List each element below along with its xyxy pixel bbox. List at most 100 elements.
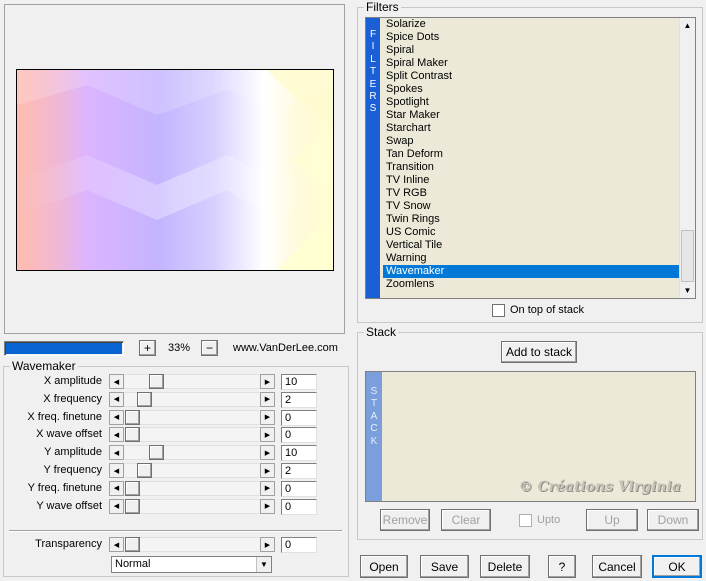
slider-right-arrow[interactable]: ▶ xyxy=(260,463,275,478)
blend-mode-select[interactable]: Normal ▼ xyxy=(111,556,272,573)
scroll-down-icon[interactable]: ▼ xyxy=(680,283,695,298)
slider-knob[interactable] xyxy=(149,374,164,389)
clear-button[interactable]: Clear xyxy=(441,509,491,531)
param-slider[interactable]: ◀ ▶ xyxy=(109,463,275,478)
list-item[interactable]: Vertical Tile xyxy=(383,239,679,252)
list-item[interactable]: Twin Rings xyxy=(383,213,679,226)
slider-knob[interactable] xyxy=(125,537,140,552)
param-slider[interactable]: ◀ ▶ xyxy=(109,427,275,443)
website-link[interactable]: www.VanDerLee.com xyxy=(233,342,338,354)
slider-knob[interactable] xyxy=(125,480,140,496)
list-item[interactable]: Tan Deform xyxy=(383,148,679,161)
scroll-thumb[interactable] xyxy=(681,230,694,282)
slider-knob[interactable] xyxy=(125,498,140,514)
slider-left-arrow[interactable]: ◀ xyxy=(109,391,124,407)
transparency-value[interactable]: 0 xyxy=(281,537,317,553)
list-item[interactable]: Starchart xyxy=(383,122,679,135)
down-button[interactable]: Down xyxy=(647,509,699,531)
slider-left-arrow[interactable]: ◀ xyxy=(109,463,124,478)
remove-button[interactable]: Remove xyxy=(380,509,430,531)
list-item[interactable]: Zoomlens xyxy=(383,278,679,291)
ok-button[interactable]: OK xyxy=(652,555,702,578)
param-slider[interactable]: ◀ ▶ xyxy=(109,480,275,496)
zoom-out-button[interactable]: − xyxy=(201,340,218,356)
slider-right-arrow[interactable]: ▶ xyxy=(260,445,275,461)
list-item[interactable]: Spotlight xyxy=(383,96,679,109)
list-item[interactable]: Spiral xyxy=(383,44,679,57)
slider-left-arrow[interactable]: ◀ xyxy=(109,409,124,425)
list-item[interactable]: Spokes xyxy=(383,83,679,96)
filters-listbox[interactable]: FILTERS Solarize Spice Dots Spiral Spiral M… xyxy=(365,17,696,299)
up-button[interactable]: Up xyxy=(586,509,638,531)
slider-knob[interactable] xyxy=(125,427,140,443)
preview-image[interactable] xyxy=(16,69,334,271)
slider-left-arrow[interactable]: ◀ xyxy=(109,427,124,443)
param-value[interactable]: 10 xyxy=(281,374,317,390)
list-item[interactable]: Spiral Maker xyxy=(383,57,679,70)
param-slider[interactable]: ◀ ▶ xyxy=(109,498,275,514)
slider-knob[interactable] xyxy=(149,445,164,461)
add-to-stack-button[interactable]: Add to stack xyxy=(501,341,577,363)
list-item[interactable]: Solarize xyxy=(383,18,679,31)
open-button[interactable]: Open xyxy=(360,555,408,578)
param-value[interactable]: 0 xyxy=(281,427,317,444)
slider-lane[interactable] xyxy=(125,427,259,443)
upto-checkbox[interactable] xyxy=(519,514,532,527)
slider-right-arrow[interactable]: ▶ xyxy=(260,537,275,552)
param-label: Y freq. finetune xyxy=(27,481,102,494)
scroll-up-icon[interactable]: ▲ xyxy=(680,18,695,33)
slider-lane[interactable] xyxy=(125,498,259,514)
list-item[interactable]: Spice Dots xyxy=(383,31,679,44)
zoom-in-button[interactable]: + xyxy=(139,340,156,356)
on-top-checkbox[interactable] xyxy=(492,304,505,317)
delete-button[interactable]: Delete xyxy=(480,555,530,578)
slider-lane[interactable] xyxy=(125,480,259,496)
list-item[interactable]: Wavemaker xyxy=(383,265,679,278)
slider-right-arrow[interactable]: ▶ xyxy=(260,409,275,425)
slider-right-arrow[interactable]: ▶ xyxy=(260,391,275,407)
chevron-down-icon[interactable]: ▼ xyxy=(256,557,271,572)
list-item[interactable]: TV RGB xyxy=(383,187,679,200)
list-item[interactable]: Warning xyxy=(383,252,679,265)
filters-list[interactable]: Solarize Spice Dots Spiral Spiral Maker Spli… xyxy=(383,18,679,298)
help-button[interactable]: ? xyxy=(548,555,576,578)
list-item[interactable]: Star Maker xyxy=(383,109,679,122)
slider-left-arrow[interactable]: ◀ xyxy=(109,498,124,514)
cancel-button[interactable]: Cancel xyxy=(592,555,642,578)
slider-left-arrow[interactable]: ◀ xyxy=(109,537,124,552)
slider-right-arrow[interactable]: ▶ xyxy=(260,374,275,389)
filters-scrollbar[interactable]: ▲ ▼ xyxy=(679,18,695,298)
param-slider[interactable]: ◀ ▶ xyxy=(109,374,275,389)
slider-lane[interactable] xyxy=(125,445,259,461)
slider-right-arrow[interactable]: ▶ xyxy=(260,498,275,514)
slider-knob[interactable] xyxy=(137,391,152,407)
slider-lane[interactable] xyxy=(125,409,259,425)
transparency-slider[interactable]: ◀ ▶ xyxy=(109,537,275,552)
param-value[interactable]: 2 xyxy=(281,391,317,408)
list-item[interactable]: TV Snow xyxy=(383,200,679,213)
list-item[interactable]: Swap xyxy=(383,135,679,148)
list-item[interactable]: Split Contrast xyxy=(383,70,679,83)
slider-right-arrow[interactable]: ▶ xyxy=(260,427,275,443)
param-value[interactable]: 2 xyxy=(281,463,317,479)
param-value[interactable]: 10 xyxy=(281,445,317,462)
param-value[interactable]: 0 xyxy=(281,498,317,515)
param-slider[interactable]: ◀ ▶ xyxy=(109,445,275,461)
param-value[interactable]: 0 xyxy=(281,409,317,426)
param-slider[interactable]: ◀ ▶ xyxy=(109,409,275,425)
slider-right-arrow[interactable]: ▶ xyxy=(260,480,275,496)
slider-left-arrow[interactable]: ◀ xyxy=(109,445,124,461)
param-slider[interactable]: ◀ ▶ xyxy=(109,391,275,407)
slider-lane[interactable] xyxy=(125,537,259,552)
slider-left-arrow[interactable]: ◀ xyxy=(109,374,124,389)
list-item[interactable]: Transition xyxy=(383,161,679,174)
slider-knob[interactable] xyxy=(125,409,140,425)
slider-lane[interactable] xyxy=(125,374,259,389)
slider-left-arrow[interactable]: ◀ xyxy=(109,480,124,496)
slider-knob[interactable] xyxy=(137,463,152,478)
list-item[interactable]: TV Inline xyxy=(383,174,679,187)
stack-listbox[interactable]: STACK © Créations Virginia xyxy=(365,371,696,502)
list-item[interactable]: US Comic xyxy=(383,226,679,239)
save-button[interactable]: Save xyxy=(420,555,469,578)
param-value[interactable]: 0 xyxy=(281,480,317,497)
